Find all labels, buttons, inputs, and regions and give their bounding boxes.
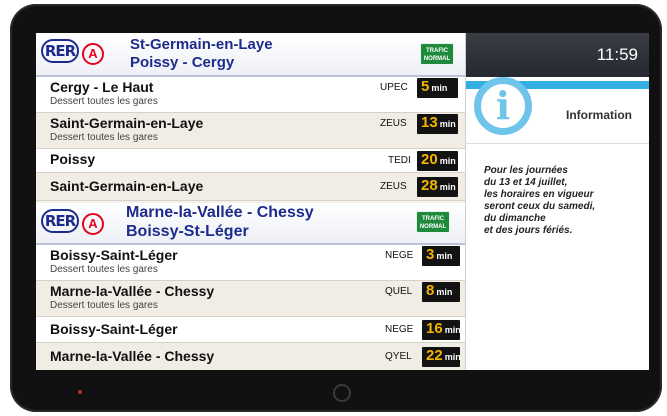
minutes-unit: min [436,251,453,261]
minutes-unit: min [444,352,461,362]
info-message-line: du 13 et 14 juillet, [484,177,568,188]
departure-note: Dessert toutes les gares [50,132,158,143]
info-title: Information [566,108,632,122]
traffic-status-line1: TRAFIC [422,216,444,222]
departure-row: Saint-Germain-en-Laye ZEUS 28 min [36,173,465,201]
departure-destination: Boissy-Saint-Léger [50,247,178,263]
power-button-icon[interactable] [333,384,351,402]
information-icon: i [474,77,532,135]
minutes-value: 28 [421,177,438,194]
minutes-display: 5 min [417,78,458,98]
minutes-unit: min [436,287,453,297]
departure-destination: Marne-la-Vallée - Chessy [50,283,215,299]
departure-row: Boissy-Saint-Léger Dessert toutes les ga… [36,245,465,281]
rer-logo-icon: RER [41,39,79,63]
minutes-display: 16 min [422,320,461,340]
train-code: QUEL [385,286,413,297]
departure-screen: RER A St-Germain-en-Laye Poissy - Cergy … [36,33,649,370]
info-message-line: du dimanche [484,213,546,224]
departure-destination: Boissy-Saint-Léger [50,321,178,337]
departure-destination: Saint-Germain-en-Laye [50,178,204,194]
train-code: NEGE [385,250,414,261]
train-code: TEDI [388,155,411,166]
minutes-unit: min [439,119,456,129]
line-a-icon: A [82,43,104,65]
line-header-eastbound: RER A Marne-la-Vallée - Chessy Boissy-St… [36,203,465,245]
traffic-status-line2: NORMAL [423,56,451,62]
minutes-value: 5 [421,78,430,95]
minutes-value: 16 [426,320,443,337]
train-code: ZEUS [380,118,407,129]
departure-row: Boissy-Saint-Léger NEGE 16 min [36,317,465,343]
minutes-value: 22 [426,347,443,364]
traffic-status-line2: NORMAL [419,224,447,230]
minutes-display: 28 min [417,177,458,197]
minutes-value: 13 [421,114,438,131]
info-panel: 11:59 i Information Pour les journées du… [465,33,649,370]
minutes-display: 3 min [422,246,460,266]
line-a-icon: A [82,213,104,235]
departure-row: Cergy - Le Haut Dessert toutes les gares… [36,77,465,113]
departure-note: Dessert toutes les gares [50,264,158,275]
info-message-line: et des jours fériés. [484,225,573,236]
info-divider [466,143,649,144]
departure-destination: Marne-la-Vallée - Chessy [50,348,215,364]
minutes-value: 20 [421,151,438,168]
minutes-unit: min [439,156,456,166]
departure-row: Marne-la-Vallée - Chessy Dessert toutes … [36,281,465,317]
info-message-line: les horaires en vigueur [484,189,594,200]
departure-destination: Saint-Germain-en-Laye [50,115,204,131]
minutes-value: 8 [426,282,435,299]
info-message-line: seront ceux du samedi, [484,201,596,212]
train-code: QYEL [385,351,412,362]
departure-destination: Poissy [50,151,96,167]
rer-logo-icon: RER [41,209,79,233]
line-destination-primary: Marne-la-Vallée - Chessy [126,204,314,221]
departure-row: Saint-Germain-en-Laye Dessert toutes les… [36,113,465,149]
departure-destination: Cergy - Le Haut [50,79,154,95]
train-code: UPEC [380,82,408,93]
minutes-value: 3 [426,246,435,263]
minutes-unit: min [431,83,448,93]
line-destination-primary: St-Germain-en-Laye [130,36,273,53]
minutes-display: 8 min [422,282,460,302]
line-header-westbound: RER A St-Germain-en-Laye Poissy - Cergy … [36,33,465,77]
minutes-display: 13 min [417,114,458,134]
minutes-display: 20 min [417,151,458,171]
train-code: ZEUS [380,181,407,192]
departure-note: Dessert toutes les gares [50,300,158,311]
minutes-unit: min [439,182,456,192]
train-code: NEGE [385,324,414,335]
departure-row: Poissy TEDI 20 min [36,149,465,173]
clock: 11:59 [466,33,649,77]
departure-row: Marne-la-Vallée - Chessy QYEL 22 min [36,343,465,370]
traffic-status-badge: TRAFIC NORMAL [420,43,454,65]
minutes-unit: min [444,325,461,335]
minutes-display: 22 min [422,347,461,367]
line-destination-secondary: Boissy-St-Léger [126,223,249,240]
traffic-status-badge: TRAFIC NORMAL [416,211,450,233]
departures-panel: RER A St-Germain-en-Laye Poissy - Cergy … [36,33,465,370]
line-destination-secondary: Poissy - Cergy [130,54,235,71]
departure-note: Dessert toutes les gares [50,96,158,107]
info-message: Pour les journées du 13 et 14 juillet, l… [484,165,649,237]
status-led-icon [78,390,82,394]
traffic-status-line1: TRAFIC [426,48,448,54]
info-message-line: Pour les journées [484,165,568,176]
